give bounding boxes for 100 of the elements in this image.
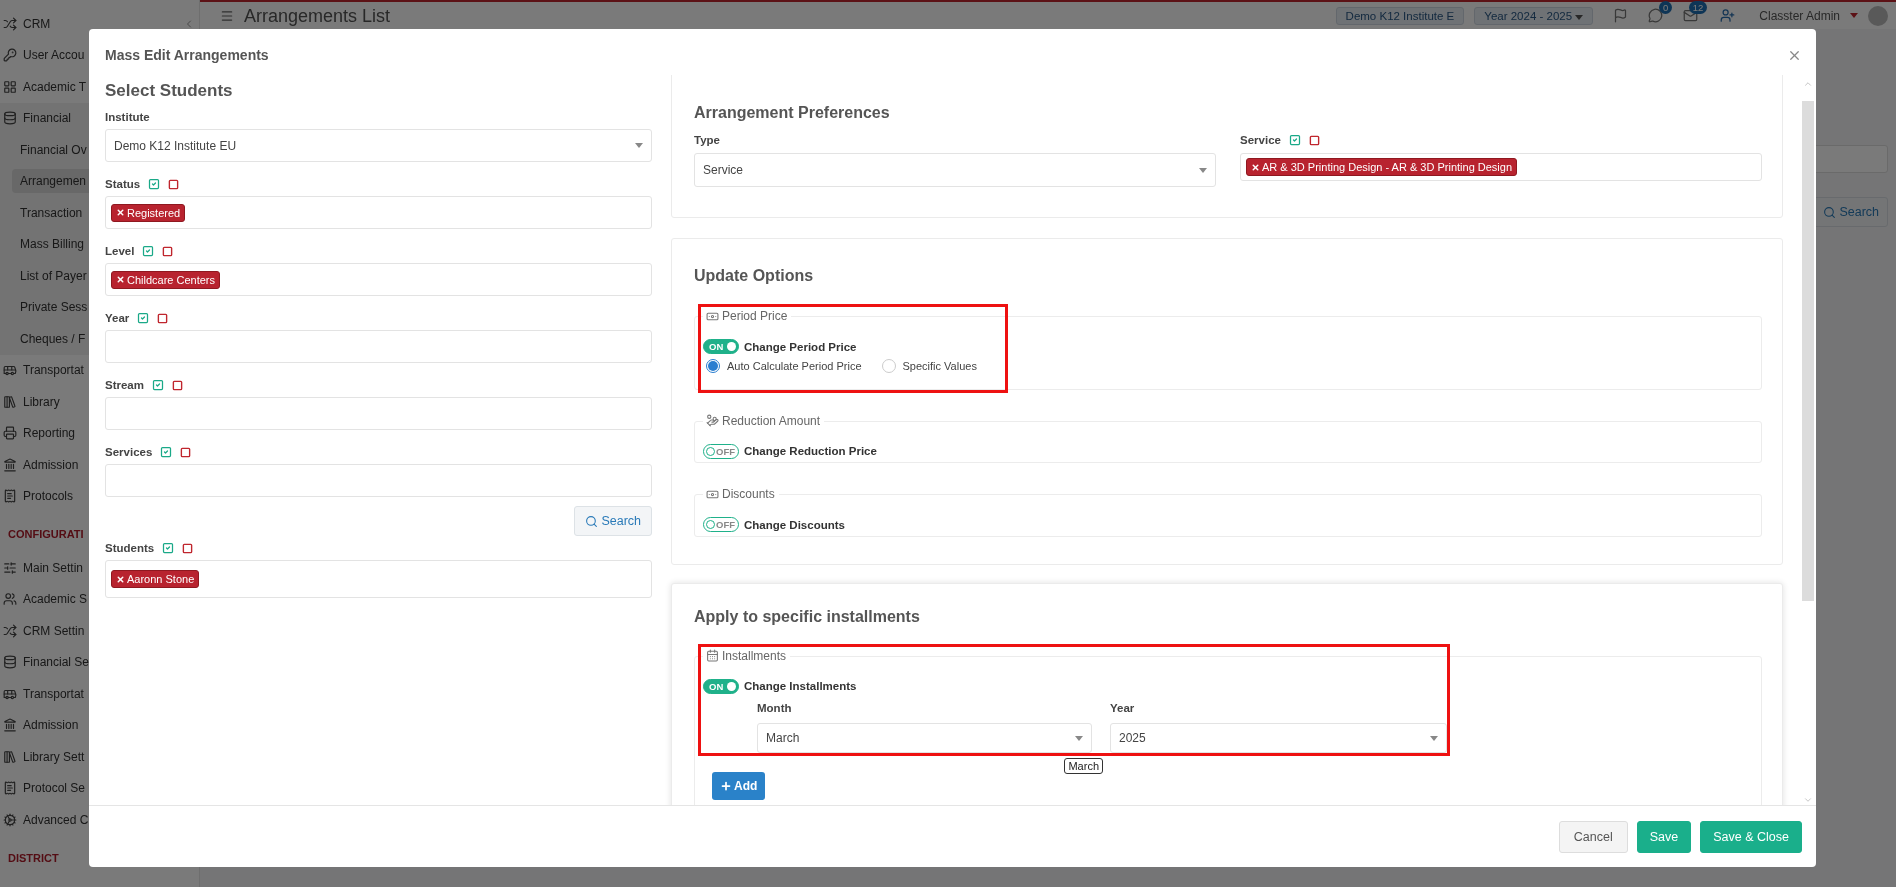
tags-field[interactable] [105, 464, 652, 497]
caret-icon [1075, 735, 1083, 741]
bank-icon [3, 457, 17, 472]
page-title: Arrangements List [244, 5, 391, 26]
coin-stack-icon [3, 111, 17, 126]
shuffle-icon [3, 623, 17, 638]
check-square-icon[interactable] [1288, 134, 1301, 146]
sidebar-item[interactable]: Protocols [23, 489, 74, 504]
toggle-switch[interactable]: ON [703, 339, 739, 354]
option-label: Change Discounts [744, 518, 845, 531]
sidebar-item[interactable]: CRM [23, 16, 51, 31]
sidebar-section-title: CONFIGURATI [8, 528, 84, 540]
shuffle-icon [3, 16, 17, 31]
sidebar-item[interactable]: Admission [23, 718, 79, 733]
calendar-icon [706, 649, 719, 662]
printer-icon [3, 426, 17, 441]
sidebar-item[interactable]: Advanced C [23, 812, 89, 827]
scroll-down-icon[interactable] [1802, 795, 1813, 805]
tags-field[interactable]: Childcare Centers [105, 263, 652, 296]
grid-icon [3, 79, 17, 94]
toggle-switch[interactable]: ON [703, 678, 739, 694]
sidebar-item[interactable]: Academic S [23, 592, 88, 607]
tags-field[interactable]: AR & 3D Printing Design - AR & 3D Printing Design [1240, 153, 1762, 181]
check-square-icon[interactable] [148, 178, 161, 190]
sidebar-item[interactable]: Transportat [23, 686, 84, 701]
sidebar-item[interactable]: User Accou [23, 48, 85, 63]
sidebar-item[interactable]: Academic T [23, 79, 87, 94]
remove-icon [116, 574, 125, 584]
field-label: Services [105, 446, 153, 458]
radio-option[interactable]: Auto Calculate Period Price [706, 358, 862, 373]
sidebar-item[interactable]: Library [23, 394, 60, 409]
menu-icon[interactable] [220, 8, 234, 23]
sidebar-item[interactable]: CRM Settin [23, 623, 85, 638]
sidebar-item[interactable]: Financial Se [23, 655, 90, 670]
fieldset-legend: Period Price [703, 308, 792, 324]
select-field[interactable]: Service [694, 153, 1216, 187]
sidebar-item[interactable]: Library Sett [23, 749, 85, 764]
check-square-icon[interactable] [160, 446, 173, 458]
user-name[interactable]: Classter Admin [1759, 8, 1840, 23]
year-selector[interactable]: Year 2024 - 2025 [1474, 6, 1594, 25]
fieldset-legend: Reduction Amount [703, 412, 825, 429]
sidebar-item[interactable]: Transportat [23, 363, 84, 378]
save-button[interactable]: Save [1636, 820, 1692, 853]
field-label: Service [1240, 134, 1281, 146]
institute-selector[interactable]: Demo K12 Institute E [1335, 6, 1465, 25]
remove-icon [116, 275, 125, 284]
tags-field[interactable]: Aaronn Stone [105, 560, 652, 598]
sidebar-item[interactable]: Admission [23, 457, 79, 472]
section-heading: Select Students [105, 80, 234, 102]
tag[interactable]: Aaronn Stone [111, 570, 200, 588]
save-button[interactable]: Save & Close [1700, 820, 1802, 853]
caret-icon [1430, 735, 1438, 741]
tags-field[interactable]: Registered [105, 196, 652, 229]
user-plus-icon[interactable] [1720, 8, 1736, 23]
square-icon[interactable] [172, 379, 183, 391]
check-square-icon[interactable] [152, 379, 164, 391]
square-icon[interactable] [162, 245, 174, 257]
scroll-up-icon[interactable] [1802, 79, 1813, 89]
radio-option[interactable]: Specific Values [881, 358, 977, 373]
key-icon [3, 48, 17, 63]
sidebar-subitem[interactable]: Transaction [12, 200, 92, 225]
check-square-icon[interactable] [142, 245, 155, 257]
tags-field[interactable] [105, 397, 652, 430]
books-icon [3, 394, 17, 409]
caret-icon[interactable] [1850, 13, 1858, 18]
chat-icon[interactable] [1648, 8, 1664, 23]
select-field[interactable]: 2025 [1110, 723, 1447, 753]
card-title: Apply to specific installments [694, 606, 921, 627]
square-icon[interactable] [1308, 134, 1320, 146]
tag[interactable]: Childcare Centers [111, 270, 221, 289]
square-icon[interactable] [168, 178, 180, 190]
fieldset-legend: Installments [703, 647, 791, 664]
sidebar-item[interactable]: Main Settin [23, 560, 84, 575]
sidebar-item[interactable]: Protocol Se [23, 781, 86, 796]
modal-title: Mass Edit Arrangements [105, 47, 269, 63]
search-button[interactable]: Search [574, 506, 652, 536]
toggle-switch[interactable]: OFF [703, 517, 739, 532]
tag[interactable]: AR & 3D Printing Design - AR & 3D Printing Design [1246, 158, 1518, 176]
toggle-switch[interactable]: OFF [703, 443, 739, 459]
sidebar-item[interactable]: Reporting [23, 426, 76, 441]
option-label: Change Period Price [744, 340, 857, 353]
plus-icon [720, 780, 732, 792]
tags-field[interactable] [105, 330, 652, 363]
square-icon[interactable] [180, 446, 192, 458]
sidebar-item[interactable]: Financial [23, 111, 72, 126]
field-label: Type [694, 134, 720, 146]
check-square-icon[interactable] [137, 312, 150, 324]
sidebar-subitem[interactable]: Mass Billing [12, 232, 94, 257]
flag-icon[interactable] [1613, 8, 1629, 23]
count-badge: 0 [1659, 1, 1673, 14]
select-field[interactable]: Demo K12 Institute EU [105, 129, 652, 162]
check-square-icon[interactable] [162, 542, 175, 554]
books-icon [3, 749, 17, 764]
avatar[interactable] [1868, 5, 1888, 26]
add-button[interactable]: Add [712, 772, 766, 800]
tooltip: March [1064, 758, 1103, 774]
square-icon[interactable] [182, 542, 194, 554]
cancel-button[interactable]: Cancel [1558, 820, 1628, 853]
tag[interactable]: Registered [111, 203, 186, 222]
square-icon[interactable] [157, 312, 169, 324]
